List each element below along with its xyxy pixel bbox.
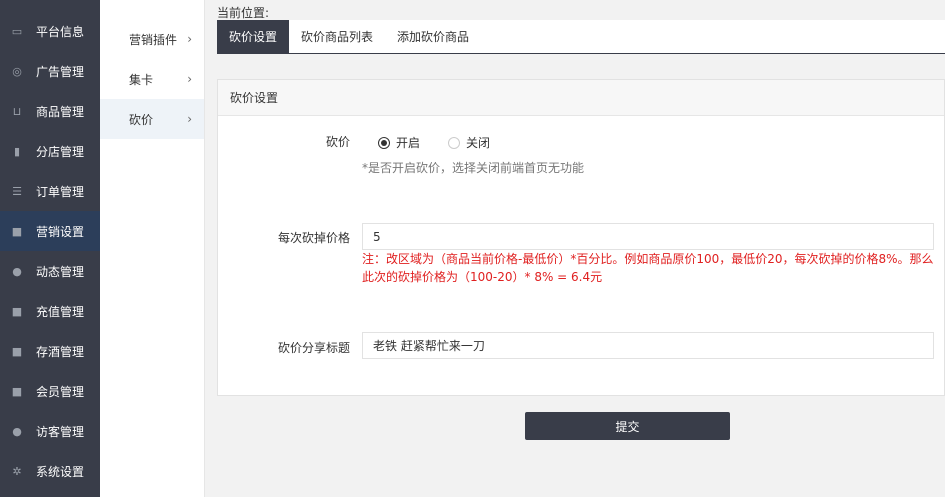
share-title-label: 砍价分享标题	[277, 341, 350, 355]
user-icon: ●	[12, 424, 22, 438]
chevron-right-icon: ›	[187, 72, 192, 86]
panel-title: 砍价设置	[218, 80, 944, 116]
main-content: 当前位置: 砍价设置 砍价商品列表 添加砍价商品 砍价设置 砍价 开启 关闭 *…	[205, 0, 945, 497]
radio-label: 开启	[396, 136, 421, 150]
cart-icon: ⊔	[12, 104, 22, 118]
sidebar-item-marketing[interactable]: ■ 营销设置	[0, 211, 100, 251]
chevron-right-icon: ›	[187, 32, 192, 46]
sidebar-item-label: 广告管理	[36, 64, 85, 79]
lifebuoy-icon: ◎	[12, 64, 22, 78]
tab-bar: 砍价设置 砍价商品列表 添加砍价商品	[217, 20, 945, 54]
submit-button[interactable]: 提交	[525, 412, 730, 440]
sidebar-item-wine-storage[interactable]: ■ 存酒管理	[0, 331, 100, 371]
cut-price-note-line: 此次的砍掉价格为（100-20）* 8% = 6.4元	[362, 270, 603, 284]
cut-price-label: 每次砍掉价格	[277, 231, 350, 245]
gear-icon: ✲	[12, 464, 22, 478]
sidebar-item-label: 订单管理	[36, 184, 85, 199]
sidebar-item-label: 访客管理	[36, 424, 85, 439]
card-icon: ▭	[11, 24, 23, 38]
cut-price-note-line: 注：改区域为（商品当前价格-最低价）*百分比。例如商品原价100，最低价20，每…	[362, 252, 934, 266]
sidebar-item-label: 商品管理	[36, 104, 85, 119]
gift-icon: ■	[11, 224, 23, 238]
subnav-item-bargain[interactable]: 砍价 ›	[100, 99, 204, 139]
bargain-hint: *是否开启砍价，选择关闭前端首页无功能	[362, 161, 585, 175]
sidebar-item-label: 营销设置	[36, 224, 85, 239]
subnav-item-label: 营销插件	[129, 32, 178, 47]
settings-panel: 砍价设置 砍价 开启 关闭 *是否开启砍价，选择关闭前端首页无功能 每次砍掉价格…	[217, 79, 945, 396]
bargain-on-radio[interactable]: 开启	[378, 134, 420, 151]
sidebar-item-system-settings[interactable]: ✲ 系统设置	[0, 451, 100, 491]
gift-icon: ■	[11, 344, 23, 358]
subnav-item-card-collect[interactable]: 集卡 ›	[100, 59, 204, 99]
sidebar-item-label: 平台信息	[36, 24, 85, 39]
sidebar-item-label: 会员管理	[36, 384, 85, 399]
sidebar-item-label: 系统设置	[36, 464, 85, 479]
user-icon: ●	[12, 264, 22, 278]
subnav-item-label: 集卡	[129, 72, 154, 87]
tab-bargain-product-list[interactable]: 砍价商品列表	[289, 20, 385, 53]
sidebar-item-recharge[interactable]: ■ 充值管理	[0, 291, 100, 331]
cut-price-input[interactable]	[362, 223, 934, 250]
sidebar-item-members[interactable]: ■ 会员管理	[0, 371, 100, 411]
sidebar-item-visitors[interactable]: ● 访客管理	[0, 411, 100, 451]
sidebar-item-label: 充值管理	[36, 304, 85, 319]
radio-unchecked-icon	[448, 136, 460, 149]
gift-icon: ■	[11, 384, 23, 398]
sidebar-item-moments[interactable]: ● 动态管理	[0, 251, 100, 291]
gift-icon: ■	[11, 304, 23, 318]
bargain-toggle-label: 砍价	[325, 135, 350, 149]
radio-checked-icon	[378, 136, 390, 149]
tab-bargain-settings[interactable]: 砍价设置	[217, 20, 290, 53]
sidebar-item-platform-info[interactable]: ▭ 平台信息	[0, 11, 100, 51]
sidebar-item-ads[interactable]: ◎ 广告管理	[0, 51, 100, 91]
bargain-off-radio[interactable]: 关闭	[448, 134, 490, 151]
chevron-right-icon: ›	[187, 112, 192, 126]
sidebar-item-orders[interactable]: ☰ 订单管理	[0, 171, 100, 211]
sub-navigation: 营销插件 › 集卡 › 砍价 ›	[100, 0, 205, 497]
list-icon: ☰	[12, 184, 22, 198]
sidebar-item-products[interactable]: ⊔ 商品管理	[0, 91, 100, 131]
sidebar-item-label: 分店管理	[36, 144, 85, 159]
subnav-item-label: 砍价	[129, 112, 154, 127]
sidebar-item-label: 动态管理	[36, 264, 85, 279]
breadcrumb: 当前位置:	[217, 6, 270, 20]
sidebar: ▭ 平台信息 ◎ 广告管理 ⊔ 商品管理 ▮ 分店管理 ☰ 订单管理 ■ 营销设…	[0, 0, 100, 497]
radio-label: 关闭	[466, 136, 491, 150]
tab-add-bargain-product[interactable]: 添加砍价商品	[385, 20, 481, 53]
subnav-item-marketing-plugins[interactable]: 营销插件 ›	[100, 19, 204, 59]
sidebar-item-branches[interactable]: ▮ 分店管理	[0, 131, 100, 171]
cut-price-note: 注：改区域为（商品当前价格-最低价）*百分比。例如商品原价100，最低价20，每…	[362, 250, 942, 286]
building-icon: ▮	[13, 144, 21, 158]
share-title-input[interactable]	[362, 332, 934, 359]
sidebar-item-label: 存酒管理	[36, 344, 85, 359]
